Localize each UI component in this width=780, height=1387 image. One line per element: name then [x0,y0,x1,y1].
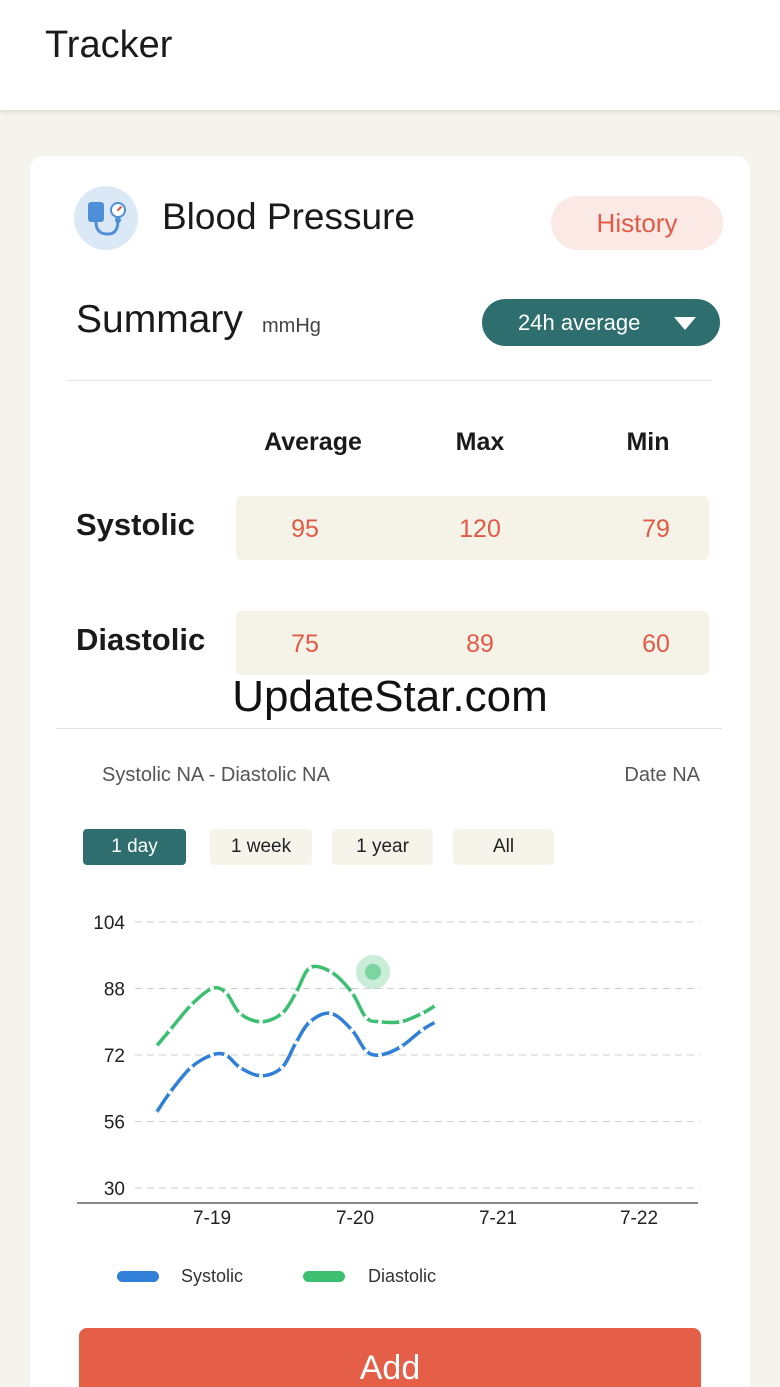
app-header: Tracker [0,0,780,110]
systolic-min: 79 [642,515,670,543]
legend-swatch-diastolic [303,1271,345,1282]
column-header-max: Max [455,428,505,456]
systolic-average: 95 [291,515,319,543]
diastolic-average: 75 [291,630,319,658]
diastolic-min: 60 [642,630,670,658]
row-label-diastolic: Diastolic [76,622,206,657]
selected-date-readout: Date NA [624,764,700,786]
tab-1-week[interactable]: 1 week [210,829,312,865]
tab-1-year[interactable]: 1 year [332,829,433,865]
systolic-max: 120 [459,515,501,543]
summary-title: Summary [76,298,243,341]
unit-label: mmHg [262,315,321,337]
caret-down-icon [674,317,696,330]
divider [67,380,712,381]
tab-all[interactable]: All [453,829,554,865]
blood-pressure-monitor-icon [74,186,138,250]
period-select[interactable]: 24h average [482,299,720,346]
selected-values-readout: Systolic NA - Diastolic NA [102,764,330,786]
watermark: UpdateStar.com [232,672,548,721]
page-title: Tracker [45,24,173,66]
card-title: Blood Pressure [162,196,415,237]
tab-1-day[interactable]: 1 day [83,829,186,865]
column-header-average: Average [264,428,362,456]
row-label-systolic: Systolic [76,507,195,542]
add-button[interactable]: Add [79,1328,701,1387]
diastolic-max: 89 [466,630,494,658]
legend-swatch-systolic [117,1271,159,1282]
column-header-min: Min [626,428,670,456]
period-select-value: 24h average [518,310,641,335]
divider [56,728,722,729]
legend-label-systolic: Systolic [181,1266,244,1286]
history-button[interactable]: History [551,196,723,250]
legend-label-diastolic: Diastolic [368,1266,437,1286]
